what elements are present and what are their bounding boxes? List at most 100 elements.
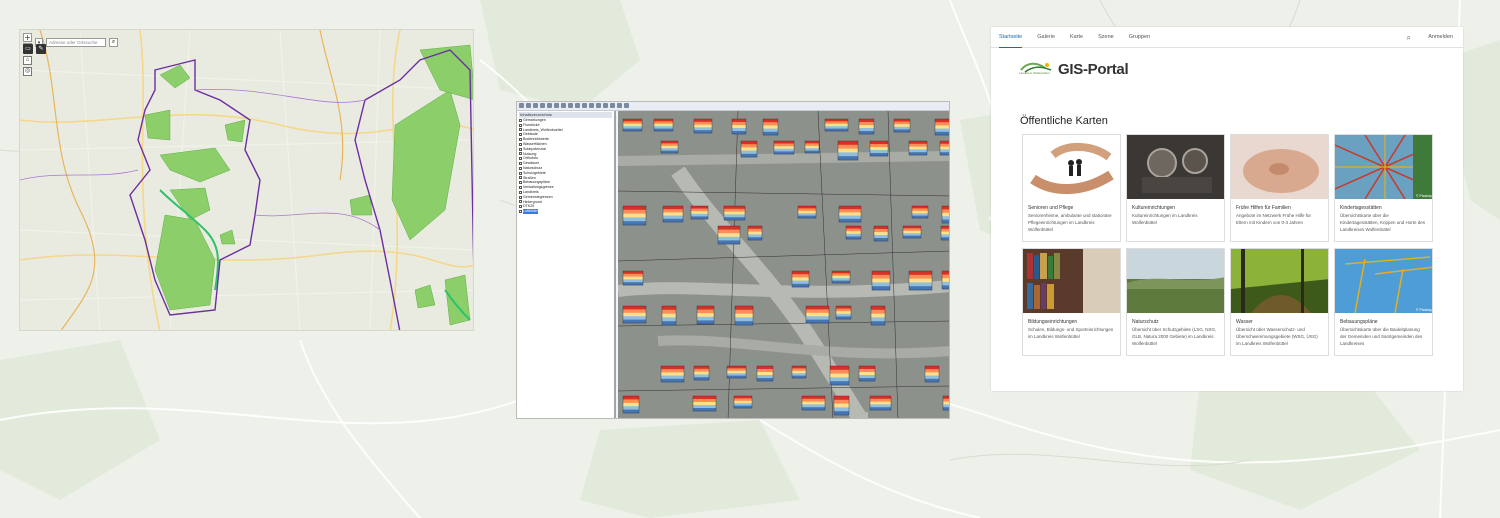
card-description: Übersichtskarte über die Kindertagesstät… xyxy=(1340,213,1426,232)
layer-checkbox[interactable] xyxy=(519,128,522,132)
portal-header: Landkreis Wolfenbüttel GIS-Portal xyxy=(1019,60,1129,78)
print-icon[interactable]: ▭ xyxy=(23,44,33,54)
home-icon[interactable]: ⌂ xyxy=(23,56,32,65)
gis-map-canvas[interactable] xyxy=(618,111,950,419)
paste-icon[interactable] xyxy=(561,103,566,108)
identify-icon[interactable] xyxy=(603,103,608,108)
layer-checkbox[interactable] xyxy=(519,181,522,185)
nav-galerie[interactable]: Galerie xyxy=(1037,27,1055,48)
card-thumbnail[interactable] xyxy=(1231,135,1329,199)
nav-szene[interactable]: Szene xyxy=(1098,27,1114,48)
zoom-in-button[interactable]: + xyxy=(23,33,32,42)
copy-icon[interactable] xyxy=(554,103,559,108)
layer-checkbox[interactable] xyxy=(519,200,522,204)
redo-icon[interactable] xyxy=(575,103,580,108)
search-icon[interactable]: ⌕ xyxy=(109,38,118,47)
roof-tile xyxy=(858,365,876,382)
roof-tile xyxy=(622,305,647,324)
card-thumbnail[interactable] xyxy=(1127,135,1225,199)
cut-icon[interactable] xyxy=(547,103,552,108)
card-thumbnail[interactable] xyxy=(1023,135,1121,199)
roof-tile xyxy=(801,395,826,411)
signin-link[interactable]: Anmelden xyxy=(1428,27,1453,48)
card-title[interactable]: Wasser xyxy=(1231,313,1328,326)
card-title[interactable]: Kindertagesstätten xyxy=(1335,199,1432,212)
card-title[interactable]: Senioren und Pflege xyxy=(1023,199,1120,212)
layer-checkbox[interactable] xyxy=(519,142,522,146)
page-title: GIS-Portal xyxy=(1058,60,1129,78)
layer-checkbox[interactable] xyxy=(519,166,522,170)
map-card[interactable]: Frühe Hilfen für Familien Angebote im Net… xyxy=(1230,134,1329,242)
card-description: Übersicht über Wasserschutz- und Übersch… xyxy=(1236,327,1318,346)
card-title[interactable]: Bebauungspläne xyxy=(1335,313,1432,326)
roof-tile xyxy=(653,118,674,132)
card-title[interactable]: Kultureinrichtungen xyxy=(1127,199,1224,212)
roof-tile xyxy=(791,270,810,288)
layer-checkbox[interactable] xyxy=(519,157,522,161)
district-map[interactable] xyxy=(20,30,474,331)
card-title[interactable]: Frühe Hilfen für Familien xyxy=(1231,199,1328,212)
add-data-icon[interactable] xyxy=(582,103,587,108)
map-card[interactable]: Senioren und Pflege Seniorenheime, ambula… xyxy=(1022,134,1121,242)
layer-checkbox[interactable] xyxy=(519,176,522,180)
print-icon[interactable] xyxy=(540,103,545,108)
roof-tile xyxy=(902,225,922,239)
layer-checkbox[interactable] xyxy=(519,138,522,142)
card-title[interactable]: Naturschutz xyxy=(1127,313,1224,326)
measure-icon[interactable]: ✎ xyxy=(36,44,46,54)
locate-icon[interactable]: ◎ xyxy=(23,67,32,76)
card-thumbnail[interactable] xyxy=(1127,249,1225,313)
roof-tile xyxy=(829,365,850,386)
roof-tile xyxy=(693,118,713,134)
layer-checkbox[interactable] xyxy=(519,186,522,190)
table-of-contents[interactable]: Inhaltsverzeichnis Gemarkungen Flurstücke… xyxy=(517,111,616,418)
map-card[interactable]: © Pixabay Kindertagesstätten Übersichtskar… xyxy=(1334,134,1433,242)
roof-tile xyxy=(873,225,889,242)
layer-checkbox[interactable] xyxy=(519,195,522,199)
map-card[interactable]: Bildungseinrichtungen Schulen, Bildungs- … xyxy=(1022,248,1121,356)
zoom-icon[interactable] xyxy=(589,103,594,108)
map-card[interactable]: Wasser Übersicht über Wasserschutz- und Ü… xyxy=(1230,248,1329,356)
layer-checkbox[interactable] xyxy=(519,210,522,214)
layer-checkbox[interactable] xyxy=(519,152,522,156)
map-card[interactable]: Kultureinrichtungen Kultureinrichtungen i… xyxy=(1126,134,1225,242)
gis-desktop-window[interactable]: Inhaltsverzeichnis Gemarkungen Flurstücke… xyxy=(516,101,950,419)
new-icon[interactable] xyxy=(519,103,524,108)
layer-checkbox[interactable] xyxy=(519,123,522,127)
map-card[interactable]: © Pixabay Bebauungspläne Übersichtskarte ü… xyxy=(1334,248,1433,356)
pan-icon[interactable] xyxy=(596,103,601,108)
layer-checkbox[interactable] xyxy=(519,162,522,166)
card-title[interactable]: Bildungseinrichtungen xyxy=(1023,313,1120,326)
layer-checkbox[interactable] xyxy=(519,171,522,175)
card-thumbnail[interactable] xyxy=(1023,249,1121,313)
layer-checkbox[interactable] xyxy=(519,205,522,209)
card-thumbnail[interactable]: © Pixabay xyxy=(1335,135,1433,199)
image-credit: © Pixabay xyxy=(1416,194,1432,198)
roof-tile xyxy=(661,305,677,326)
open-icon[interactable] xyxy=(526,103,531,108)
layer-checkbox[interactable] xyxy=(519,118,522,122)
search-icon[interactable]: ⌕ xyxy=(1407,33,1411,43)
nav-karte[interactable]: Karte xyxy=(1070,27,1083,48)
address-search-input[interactable]: Adresse oder Ortssuche xyxy=(46,38,106,47)
save-icon[interactable] xyxy=(533,103,538,108)
select-icon[interactable] xyxy=(610,103,615,108)
solar-potential-map[interactable] xyxy=(618,111,950,419)
map-card[interactable]: Naturschutz Übersicht über Schutzgebiete … xyxy=(1126,248,1225,356)
layer-checkbox[interactable] xyxy=(519,133,522,137)
roof-tile xyxy=(804,140,820,154)
card-thumbnail[interactable] xyxy=(1231,249,1329,313)
help-icon[interactable] xyxy=(624,103,629,108)
undo-icon[interactable] xyxy=(568,103,573,108)
measure-icon[interactable] xyxy=(617,103,622,108)
card-thumbnail[interactable]: © Pixabay xyxy=(1335,249,1433,313)
web-map-viewer[interactable]: + − ▾ Adresse oder Ortssuche ⌕ ▭ ✎ ⌂ ◎ xyxy=(19,29,474,331)
nav-startseite[interactable]: Startseite xyxy=(999,27,1023,48)
roof-tile xyxy=(924,365,940,383)
roof-tile xyxy=(838,205,862,223)
nav-gruppen[interactable]: Gruppen xyxy=(1129,27,1150,48)
toc-layer-item[interactable]: Luftbilder xyxy=(519,209,612,214)
layer-checkbox[interactable] xyxy=(519,190,522,194)
layer-checkbox[interactable] xyxy=(519,147,522,151)
roof-tile xyxy=(726,365,747,379)
